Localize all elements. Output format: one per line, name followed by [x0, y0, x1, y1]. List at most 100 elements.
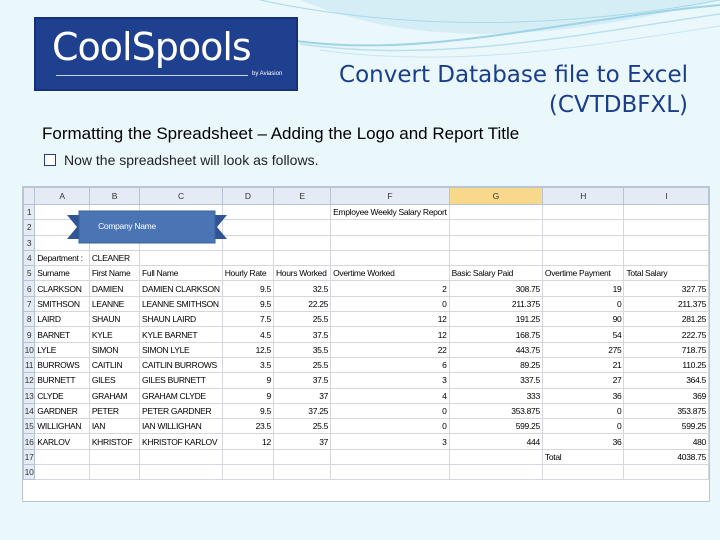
cell[interactable]: 27: [541, 372, 625, 389]
cell[interactable]: BARNET: [34, 326, 90, 343]
cell[interactable]: [221, 448, 274, 466]
cell[interactable]: KHRISTOF KARLOV: [139, 433, 223, 450]
cell[interactable]: [221, 249, 274, 267]
row-header[interactable]: 15: [23, 418, 36, 435]
row-header[interactable]: 12: [23, 372, 36, 389]
cell[interactable]: KYLE BARNET: [139, 326, 223, 343]
cell[interactable]: 2: [330, 280, 450, 297]
cell[interactable]: [221, 219, 274, 236]
cell[interactable]: 222.75: [623, 326, 709, 343]
cell[interactable]: 369: [623, 387, 709, 404]
column-header-C[interactable]: C: [139, 187, 223, 205]
cell[interactable]: First Name: [88, 265, 141, 282]
cell[interactable]: Full Name: [139, 265, 223, 282]
cell[interactable]: [623, 464, 709, 481]
cell[interactable]: [541, 464, 625, 481]
cell[interactable]: GRAHAM CLYDE: [139, 387, 223, 404]
cell[interactable]: [541, 234, 625, 251]
row-header[interactable]: 1: [23, 203, 36, 221]
cell[interactable]: [272, 234, 332, 251]
row-header[interactable]: 13: [23, 387, 36, 404]
cell[interactable]: [88, 464, 141, 481]
cell[interactable]: CLYDE: [34, 387, 90, 404]
cell[interactable]: 333: [448, 387, 543, 404]
cell[interactable]: 37.5: [272, 372, 332, 389]
cell[interactable]: GARDNER: [34, 402, 90, 420]
cell[interactable]: 211.375: [448, 295, 543, 313]
cell[interactable]: [34, 464, 90, 481]
cell[interactable]: IAN WILLIGHAN: [139, 418, 223, 435]
cell[interactable]: 364.5: [623, 372, 709, 389]
cell[interactable]: 54: [541, 326, 625, 343]
cell[interactable]: [330, 448, 450, 466]
cell[interactable]: Department :: [34, 249, 90, 267]
cell[interactable]: CAITLIN BURROWS: [139, 356, 223, 374]
cell[interactable]: 353.875: [623, 402, 709, 420]
cell[interactable]: 7.5: [221, 311, 274, 328]
cell[interactable]: Total Salary: [623, 265, 709, 282]
cell[interactable]: 281.25: [623, 311, 709, 328]
column-header-F[interactable]: F: [330, 187, 450, 205]
cell[interactable]: 12: [330, 311, 450, 328]
cell[interactable]: 9: [221, 387, 274, 404]
row-header[interactable]: 10: [23, 341, 36, 358]
cell[interactable]: SIMON: [88, 341, 141, 358]
cell[interactable]: 9.5: [221, 280, 274, 297]
cell[interactable]: [330, 234, 450, 251]
cell[interactable]: 37.25: [272, 402, 332, 420]
cell[interactable]: [330, 249, 450, 267]
cell[interactable]: Overtime Worked: [330, 265, 450, 282]
cell[interactable]: 168.75: [448, 326, 543, 343]
cell[interactable]: [221, 234, 274, 251]
cell[interactable]: 0: [330, 295, 450, 313]
cell[interactable]: 32.5: [272, 280, 332, 297]
row-header[interactable]: 17: [23, 448, 36, 466]
cell[interactable]: 444: [448, 433, 543, 450]
cell[interactable]: DAMIEN: [88, 280, 141, 297]
column-header-G[interactable]: G: [448, 187, 543, 205]
cell[interactable]: [330, 464, 450, 481]
cell[interactable]: 6: [330, 356, 450, 374]
cell[interactable]: CLEANER: [88, 249, 141, 267]
cell[interactable]: BURNETT: [34, 372, 90, 389]
cell[interactable]: 480: [623, 433, 709, 450]
column-header-D[interactable]: D: [221, 187, 274, 205]
cell[interactable]: [272, 249, 332, 267]
column-header-I[interactable]: I: [623, 187, 709, 205]
cell[interactable]: 0: [330, 402, 450, 420]
cell[interactable]: [541, 203, 625, 221]
column-header-H[interactable]: H: [541, 187, 625, 205]
cell[interactable]: SIMON LYLE: [139, 341, 223, 358]
cell[interactable]: 21: [541, 356, 625, 374]
cell[interactable]: 25.5: [272, 356, 332, 374]
cell[interactable]: 191.25: [448, 311, 543, 328]
cell[interactable]: GRAHAM: [88, 387, 141, 404]
row-header[interactable]: 5: [23, 265, 36, 282]
cell[interactable]: 0: [541, 295, 625, 313]
cell[interactable]: 443.75: [448, 341, 543, 358]
cell[interactable]: PETER GARDNER: [139, 402, 223, 420]
cell[interactable]: [448, 219, 543, 236]
cell[interactable]: 3.5: [221, 356, 274, 374]
cell[interactable]: Overtime Payment: [541, 265, 625, 282]
cell[interactable]: KYLE: [88, 326, 141, 343]
cell[interactable]: [330, 219, 450, 236]
cell[interactable]: 9: [221, 372, 274, 389]
cell[interactable]: [623, 234, 709, 251]
cell[interactable]: 90: [541, 311, 625, 328]
cell[interactable]: 3: [330, 372, 450, 389]
cell[interactable]: SMITHSON: [34, 295, 90, 313]
cell[interactable]: 37.5: [272, 326, 332, 343]
cell[interactable]: 718.75: [623, 341, 709, 358]
cell[interactable]: 0: [541, 418, 625, 435]
cell[interactable]: 275: [541, 341, 625, 358]
cell[interactable]: 4038.75: [623, 448, 709, 466]
cell[interactable]: [88, 448, 141, 466]
cell[interactable]: Surname: [34, 265, 90, 282]
cell[interactable]: 22.25: [272, 295, 332, 313]
cell[interactable]: [34, 448, 90, 466]
row-header[interactable]: 2: [23, 219, 36, 236]
cell[interactable]: [448, 203, 543, 221]
row-header[interactable]: 11: [23, 356, 36, 374]
cell[interactable]: [448, 234, 543, 251]
